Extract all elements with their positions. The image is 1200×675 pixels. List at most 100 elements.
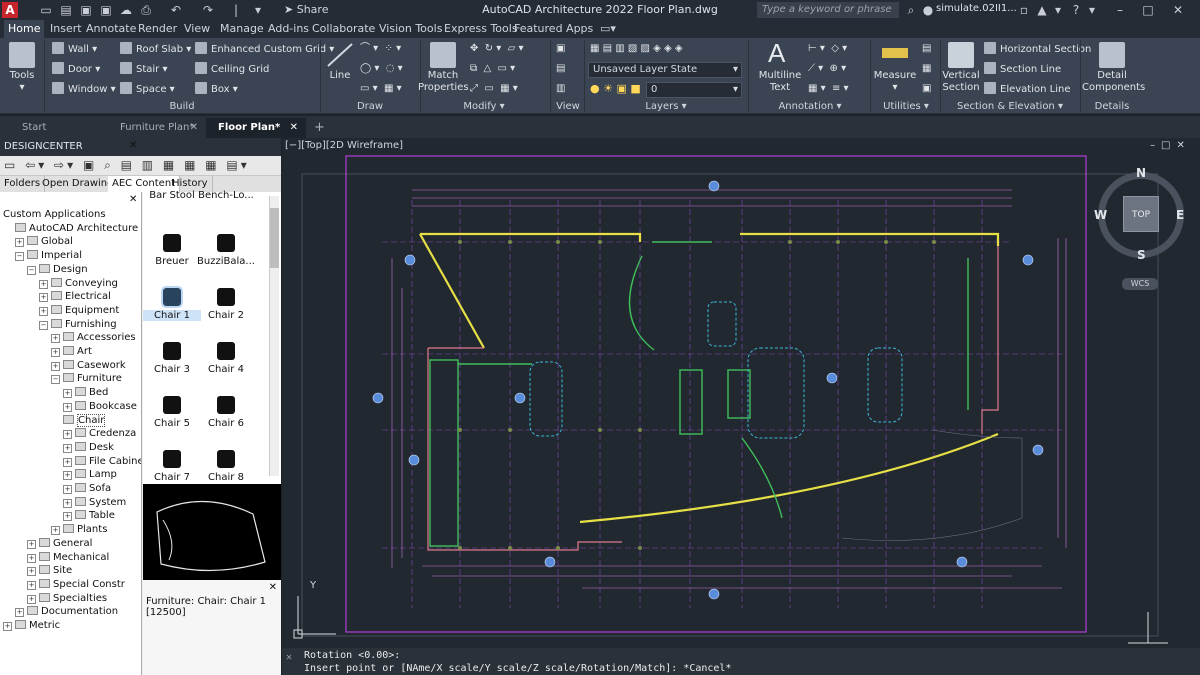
expand-icon[interactable]: + bbox=[15, 608, 24, 618]
utilities-panel-label[interactable]: Utilities ▾ bbox=[872, 101, 940, 113]
collapse-icon[interactable]: − bbox=[27, 265, 36, 275]
line-button[interactable]: Line bbox=[322, 70, 358, 82]
tab-vision-tools[interactable]: Vision Tools bbox=[375, 20, 446, 38]
layers-panel-label[interactable]: Layers ▾ bbox=[586, 101, 746, 113]
annotation-panel-label[interactable]: Annotation ▾ bbox=[752, 101, 868, 113]
scrollbar-thumb[interactable] bbox=[270, 208, 279, 268]
compass-north[interactable]: N bbox=[1136, 166, 1146, 180]
palette-scrollbar[interactable] bbox=[269, 196, 279, 476]
palette-item[interactable]: Chair 1 bbox=[143, 286, 201, 321]
user-icon[interactable]: ● bbox=[920, 2, 936, 18]
details-panel-label[interactable]: Details bbox=[1082, 101, 1142, 113]
components-label[interactable]: Components bbox=[1082, 82, 1145, 94]
tree-item[interactable]: − Furniture bbox=[51, 372, 122, 385]
stair-button[interactable]: Stair ▾ bbox=[120, 62, 168, 77]
expand-icon[interactable]: + bbox=[51, 361, 60, 371]
tree-item[interactable]: + Electrical bbox=[39, 290, 111, 303]
tree-item[interactable]: + Documentation bbox=[15, 605, 118, 618]
tree-item[interactable]: + Site bbox=[27, 564, 72, 577]
close-description-icon[interactable]: ✕ bbox=[269, 582, 277, 593]
tree-item[interactable]: + Casework bbox=[51, 359, 126, 372]
wall-button[interactable]: Wall ▾ bbox=[52, 42, 97, 57]
enhanced-custom-grid-button[interactable]: Enhanced Custom Grid ▾ bbox=[195, 42, 334, 57]
search-input[interactable]: Type a keyword or phrase bbox=[757, 2, 899, 18]
new-tab-button[interactable]: + bbox=[308, 118, 330, 138]
palette-item[interactable]: Chair 4 bbox=[197, 342, 255, 375]
help-icon[interactable]: ? bbox=[1068, 2, 1084, 18]
multiline-text-icon[interactable]: A bbox=[768, 38, 785, 69]
tree-item[interactable]: + Table bbox=[63, 509, 115, 522]
layer-select[interactable]: 0 ▾ bbox=[646, 82, 742, 98]
draw-panel-label[interactable]: Draw bbox=[322, 101, 418, 113]
detail-components-icon[interactable] bbox=[1099, 42, 1125, 68]
palette-item[interactable]: BuzziBala... bbox=[197, 234, 255, 267]
tree-item[interactable]: + Conveying bbox=[39, 277, 118, 290]
properties-label[interactable]: Properties bbox=[418, 82, 469, 94]
view-cube-icon[interactable]: ▣ bbox=[556, 42, 565, 56]
palette-item[interactable]: Chair 7 bbox=[143, 450, 201, 483]
expand-icon[interactable]: + bbox=[63, 402, 72, 412]
leader-icon[interactable]: ⟋ ▾ ⊕ ▾ bbox=[808, 62, 846, 76]
palette-item[interactable]: Chair 6 bbox=[197, 396, 255, 429]
door-button[interactable]: Door ▾ bbox=[52, 62, 100, 77]
command-close-icon[interactable]: ✕ bbox=[286, 652, 292, 663]
save-icon[interactable]: ▣ bbox=[78, 2, 94, 18]
measure-dropdown-icon[interactable]: ▾ bbox=[872, 82, 918, 94]
dropdown-icon[interactable]: ▾ bbox=[250, 2, 266, 18]
tab-insert[interactable]: Insert bbox=[46, 20, 86, 38]
expand-icon[interactable]: + bbox=[3, 622, 12, 631]
save-as-icon[interactable]: ▣ bbox=[98, 2, 114, 18]
app-logo-icon[interactable]: A bbox=[2, 2, 18, 18]
tree-item[interactable]: + Global bbox=[15, 235, 73, 248]
measure-icon[interactable] bbox=[882, 48, 908, 58]
close-tree-icon[interactable]: ✕ bbox=[129, 194, 137, 205]
palette-item[interactable]: Bench-Lo... bbox=[197, 190, 255, 201]
drawing-canvas[interactable]: [−][Top][2D Wireframe] –□✕ Y TOP N S E W… bbox=[282, 138, 1200, 648]
expand-icon[interactable]: + bbox=[39, 279, 48, 289]
dimension-icon[interactable]: ⊢ ▾ ◇ ▾ bbox=[808, 42, 847, 56]
expand-icon[interactable]: + bbox=[15, 238, 24, 248]
box-button[interactable]: Box ▾ bbox=[195, 82, 238, 97]
tree-item[interactable]: − Imperial bbox=[15, 249, 82, 262]
new-file-icon[interactable]: ▭ bbox=[38, 2, 54, 18]
vertical-label[interactable]: Vertical bbox=[940, 70, 982, 82]
tree-item[interactable]: + Art bbox=[51, 345, 92, 358]
utility-icon[interactable]: ▤ bbox=[922, 42, 931, 56]
expand-icon[interactable]: + bbox=[63, 430, 72, 440]
tree-item[interactable]: + Bed bbox=[63, 386, 108, 399]
close-icon[interactable]: ✕ bbox=[1170, 2, 1186, 18]
vertical-section-icon[interactable] bbox=[948, 42, 974, 68]
minimize-icon[interactable]: – bbox=[1112, 2, 1128, 18]
command-line[interactable]: ✕ Rotation <0.00>: Insert point or [NAme… bbox=[282, 648, 1200, 675]
print-icon[interactable]: ⎙ bbox=[138, 2, 154, 18]
search-icon[interactable]: ⌕ bbox=[903, 2, 919, 18]
palette-item[interactable]: Chair 5 bbox=[143, 396, 201, 429]
expand-icon[interactable]: + bbox=[51, 348, 60, 357]
modify-panel-label[interactable]: Modify ▾ bbox=[422, 101, 546, 113]
polyline-icon[interactable]: ⌒ ▾ ⁘ ▾ bbox=[360, 42, 401, 56]
tree-item[interactable]: + Plants bbox=[51, 523, 107, 536]
tab-furniture-plan[interactable]: Furniture Plan* ✕ bbox=[108, 118, 206, 138]
maximize-icon[interactable]: □ bbox=[1140, 2, 1156, 18]
expand-icon[interactable]: + bbox=[27, 553, 36, 563]
expand-icon[interactable]: + bbox=[27, 567, 36, 577]
tree-item[interactable]: + Metric bbox=[3, 619, 60, 632]
tree-item[interactable]: + Mechanical bbox=[27, 551, 109, 564]
expand-icon[interactable]: + bbox=[63, 443, 72, 453]
tree-item[interactable]: + Equipment bbox=[39, 304, 119, 317]
copy-icon[interactable]: ⧉ △ ▭ ▾ bbox=[470, 62, 515, 76]
tree-item[interactable]: + Specialties bbox=[27, 592, 107, 605]
expand-icon[interactable]: + bbox=[63, 512, 72, 522]
tab-start[interactable]: Start bbox=[10, 118, 106, 138]
collapse-icon[interactable]: − bbox=[39, 320, 48, 330]
rectangle-icon[interactable]: ▭ ▾ ▦ ▾ bbox=[360, 82, 402, 96]
tab-view[interactable]: View bbox=[180, 20, 214, 38]
palette-item[interactable]: Chair 2 bbox=[197, 288, 255, 321]
match-label[interactable]: Match bbox=[420, 70, 466, 82]
expand-icon[interactable]: + bbox=[63, 471, 72, 481]
tree-item[interactable]: + Bookcase bbox=[63, 400, 137, 413]
undo-icon[interactable]: ↶ bbox=[168, 2, 184, 18]
tree-item[interactable]: − Design bbox=[27, 263, 88, 276]
palette-item[interactable]: Chair 3 bbox=[143, 342, 201, 375]
section-elevation-panel-label[interactable]: Section & Elevation ▾ bbox=[942, 101, 1078, 113]
